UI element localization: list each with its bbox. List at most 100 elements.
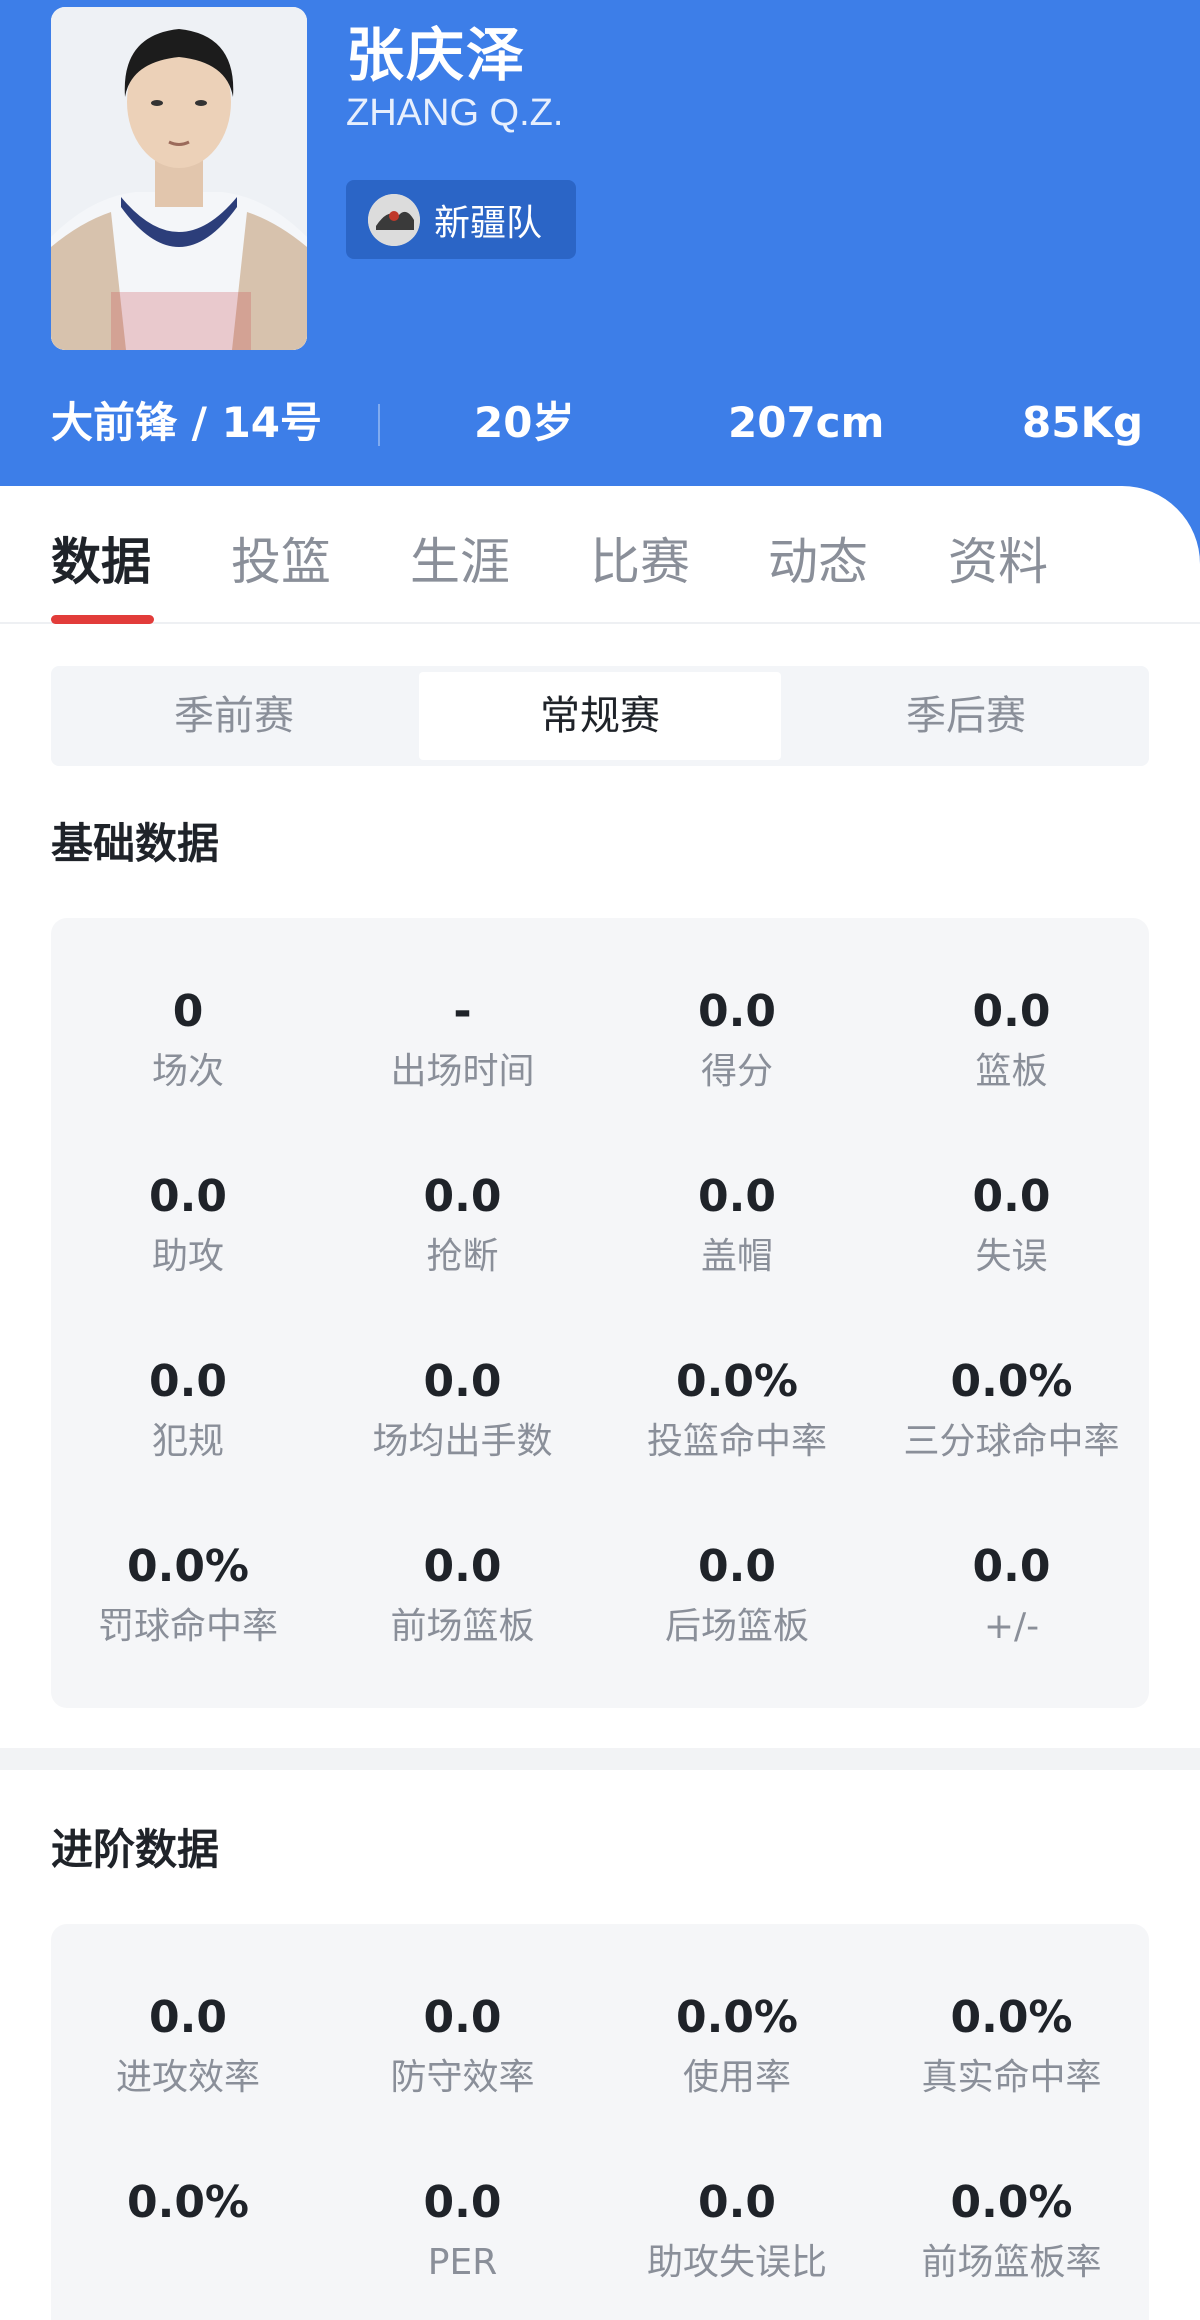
player-photo <box>51 7 307 350</box>
stat-label: 投篮命中率 <box>646 1421 827 1462</box>
stat-value: 0.0 <box>972 1171 1051 1222</box>
season-playoffs[interactable]: 季后赛 <box>783 666 1149 766</box>
main-tabs: 数据 投篮 生涯 比赛 动态 资料 <box>0 486 1200 624</box>
stat-label: 防守效率 <box>390 2057 535 2098</box>
stat-label: PER <box>427 2242 498 2283</box>
tab-data[interactable]: 数据 <box>51 522 151 594</box>
stat-label: 篮板 <box>975 1051 1048 1092</box>
stat-value: 0.0% <box>675 1356 799 1407</box>
stat-value: 0.0% <box>950 2177 1073 2228</box>
stat-cell: 0.0 助攻 <box>51 1169 325 1283</box>
stat-label: 罚球命中率 <box>97 1606 278 1647</box>
tab-news[interactable]: 动态 <box>768 522 868 594</box>
section-divider <box>0 1748 1200 1770</box>
player-info-row: 大前锋 / 14号 20岁 207cm 85Kg <box>0 388 1200 458</box>
player-height: 207cm <box>728 398 885 447</box>
stat-cell: 0.0% 投篮命中率 <box>600 1354 874 1468</box>
stat-value: 0.0 <box>698 986 776 1037</box>
team-badge[interactable]: 新疆队 <box>346 180 576 259</box>
stat-value: 0.0 <box>972 986 1051 1037</box>
stat-value: 0.0 <box>423 1171 502 1222</box>
stat-value: 0.0 <box>149 1356 227 1407</box>
stat-label: 助攻失误比 <box>646 2242 827 2283</box>
player-header: 张庆泽 ZHANG Q.Z. 新疆队 大前锋 / 14号 20岁 207cm 8… <box>0 0 1200 486</box>
stat-cell: 0.0 得分 <box>600 984 874 1098</box>
stat-cell: 0.0 PER <box>326 2175 600 2289</box>
player-name-cn: 张庆泽 <box>346 21 527 89</box>
stat-cell: 0.0 后场篮板 <box>600 1539 874 1653</box>
stat-value: 0.0 <box>698 1171 776 1222</box>
stat-value: 0.0 <box>423 2177 502 2228</box>
stat-value: 0.0 <box>698 2177 776 2228</box>
stat-label: 抢断 <box>426 1236 499 1277</box>
stat-label: 失误 <box>975 1236 1048 1277</box>
info-divider <box>378 404 380 446</box>
player-weight: 85Kg <box>1022 398 1144 447</box>
team-name: 新疆队 <box>434 202 543 244</box>
stat-label: 盖帽 <box>700 1236 773 1277</box>
stat-label: 进攻效率 <box>115 2057 260 2098</box>
stat-cell: 0.0% <box>51 2175 325 2237</box>
stat-cell: 0.0 犯规 <box>51 1354 325 1468</box>
stat-value: 0.0 <box>698 1541 776 1592</box>
tab-shooting[interactable]: 投篮 <box>231 522 331 594</box>
stat-value: 0.0% <box>675 1992 799 2043</box>
stat-value: 0.0 <box>423 1356 502 1407</box>
stat-value: 0.0% <box>950 1992 1073 2043</box>
player-name-en: ZHANG Q.Z. <box>346 92 564 134</box>
stat-value: 0.0 <box>149 1992 227 2043</box>
stat-label: 助攻 <box>151 1236 224 1277</box>
tab-profile[interactable]: 资料 <box>948 522 1048 594</box>
season-regular[interactable]: 常规赛 <box>419 672 781 760</box>
stat-cell: 0.0 抢断 <box>326 1169 600 1283</box>
stat-cell: 0.0 进攻效率 <box>51 1990 325 2104</box>
stat-value: - <box>453 986 472 1037</box>
stat-label: 犯规 <box>151 1421 224 1462</box>
stat-cell: 0.0 助攻失误比 <box>600 2175 874 2289</box>
stat-cell: 0.0 前场篮板 <box>326 1539 600 1653</box>
stat-label: 后场篮板 <box>664 1606 809 1647</box>
stat-cell: 0.0 篮板 <box>875 984 1149 1098</box>
stat-cell: 0.0 +/- <box>875 1539 1149 1653</box>
stat-value: 0.0 <box>423 1992 502 2043</box>
stat-cell: 0.0% 使用率 <box>600 1990 874 2104</box>
season-preseason[interactable]: 季前赛 <box>51 666 417 766</box>
stat-label: 出场时间 <box>390 1051 535 1092</box>
position-number: 大前锋 / 14号 <box>51 398 323 447</box>
advanced-stats-title: 进阶数据 <box>51 1825 220 1874</box>
stat-label: 真实命中率 <box>921 2057 1102 2098</box>
stat-label: 场次 <box>151 1051 224 1092</box>
stat-value: 0 <box>172 986 204 1037</box>
stat-label: 场均出手数 <box>372 1421 553 1462</box>
stat-cell: 0.0% 前场篮板率 <box>875 2175 1149 2289</box>
stat-cell: 0.0% 真实命中率 <box>875 1990 1149 2104</box>
active-tab-indicator <box>51 615 154 624</box>
stat-value: 0.0% <box>126 2177 250 2228</box>
stat-cell: 0.0 盖帽 <box>600 1169 874 1283</box>
stat-value: 0.0% <box>126 1541 250 1592</box>
basic-stats-card: 0 场次 - 出场时间 0.0 得分 0.0 篮板 0.0 助攻 0.0 抢断 0.0 盖帽 0.0 失误 0.… <box>51 918 1149 1708</box>
stat-cell: 0.0 失误 <box>875 1169 1149 1283</box>
stat-cell: 0.0% 罚球命中率 <box>51 1539 325 1653</box>
basic-stats-title: 基础数据 <box>51 819 220 868</box>
stat-value: 0.0% <box>950 1356 1073 1407</box>
stat-value: 0.0 <box>149 1171 227 1222</box>
stat-label: 使用率 <box>682 2057 791 2098</box>
stat-cell: 0.0 场均出手数 <box>326 1354 600 1468</box>
stat-cell: - 出场时间 <box>326 984 600 1098</box>
stat-cell: 0.0 防守效率 <box>326 1990 600 2104</box>
stat-cell: 0.0% 三分球命中率 <box>875 1354 1149 1468</box>
stat-label: +/- <box>983 1606 1040 1647</box>
stat-label: 得分 <box>700 1051 773 1092</box>
stat-value: 0.0 <box>423 1541 502 1592</box>
season-selector: 季前赛 常规赛 季后赛 <box>51 666 1149 766</box>
team-logo-icon <box>368 193 420 246</box>
tab-career[interactable]: 生涯 <box>410 522 510 594</box>
advanced-stats-card: 0.0 进攻效率 0.0 防守效率 0.0% 使用率 0.0% 真实命中率 0.0% 0.0 PER… <box>51 1924 1149 2320</box>
stat-value: 0.0 <box>972 1541 1051 1592</box>
stat-label: 前场篮板 <box>390 1606 535 1647</box>
player-age: 20岁 <box>474 398 575 447</box>
tab-games[interactable]: 比赛 <box>590 522 690 594</box>
stat-cell: 0 场次 <box>51 984 325 1098</box>
stat-label: 前场篮板率 <box>921 2242 1102 2283</box>
